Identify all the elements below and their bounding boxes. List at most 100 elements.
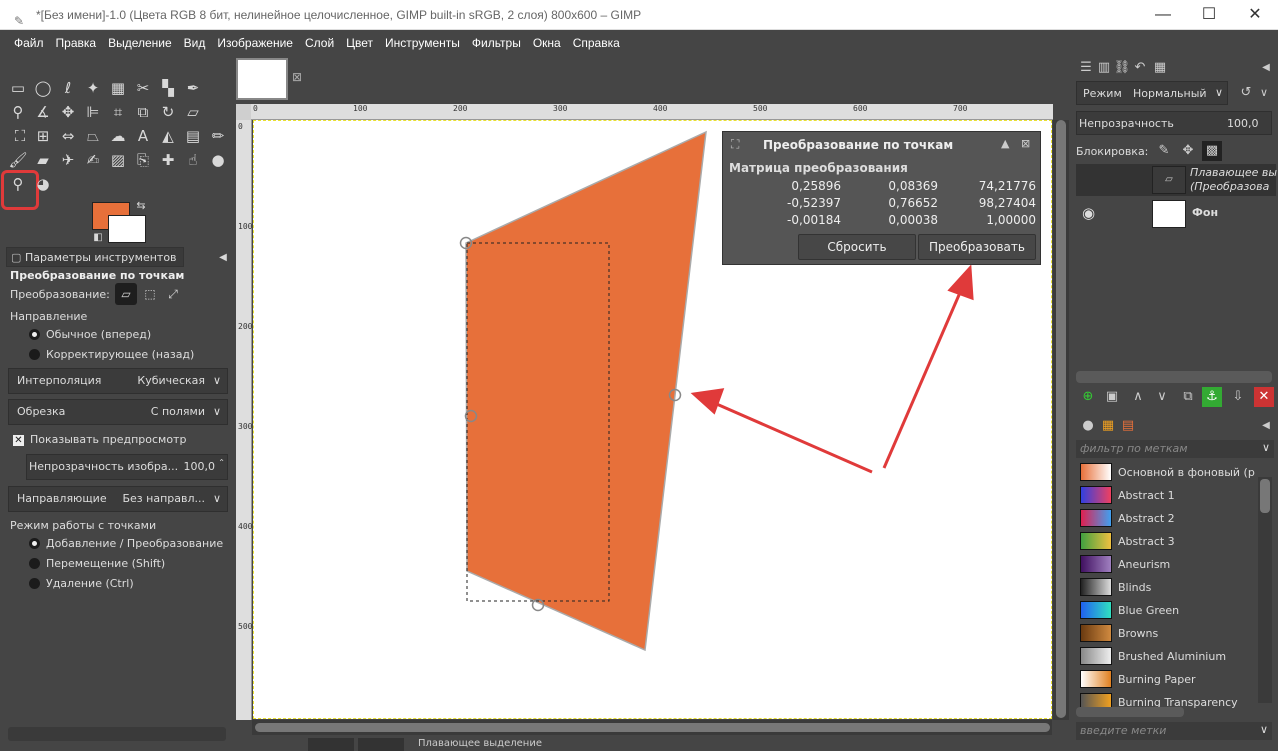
filter-placeholder: фильтр по меткам: [1080, 442, 1188, 455]
anchor-layer-icon[interactable]: ⚓: [1202, 387, 1222, 407]
new-layer-group-icon[interactable]: ▣: [1102, 387, 1122, 407]
lock-position-icon[interactable]: ✥: [1178, 141, 1198, 161]
lower-layer-icon[interactable]: ∨: [1152, 387, 1172, 407]
reset-button[interactable]: Сбросить: [798, 234, 916, 260]
layers-scrollbar[interactable]: [1076, 371, 1272, 383]
new-layer-icon[interactable]: ⊕: [1078, 387, 1098, 407]
layer-row-floating[interactable]: ▱ Плавающее вы (Преобразова: [1076, 164, 1278, 196]
raise-layer-icon[interactable]: ∧: [1128, 387, 1148, 407]
lock-label: Блокировка:: [1076, 145, 1149, 158]
undo-tab-icon[interactable]: ↶: [1130, 58, 1150, 78]
gradients-tab-icon[interactable]: ▤: [1118, 416, 1138, 436]
floating-layer-thumb: ▱: [1152, 166, 1186, 194]
gradient-item[interactable]: Abstract 3: [1072, 531, 1258, 553]
canvas-horizontal-scrollbar[interactable]: [252, 720, 1052, 735]
floating-layer-name: Плавающее вы: [1190, 166, 1278, 179]
arrow-line: [711, 400, 873, 474]
scroll-thumb[interactable]: [1056, 120, 1066, 718]
matrix-cell: -0,00184: [787, 213, 841, 227]
layer-row-background[interactable]: ◉ Фон: [1076, 198, 1276, 230]
transformed-shape[interactable]: [465, 130, 707, 652]
arrow-head: [690, 388, 725, 415]
dialog-collapse-icon[interactable]: ▲: [1001, 137, 1009, 150]
canvas-vertical-scrollbar[interactable]: [1053, 120, 1069, 720]
matrix-cell: 0,25896: [791, 179, 841, 193]
arrow-head: [947, 264, 974, 301]
dialog-close-icon[interactable]: ⊠: [1021, 137, 1030, 150]
layers-tab-icon[interactable]: ☰: [1076, 58, 1096, 78]
gradient-item[interactable]: Blue Green: [1072, 600, 1258, 622]
annotation-arrows: [690, 264, 974, 474]
background-layer-thumb: [1152, 200, 1186, 228]
zoom-select[interactable]: [358, 738, 404, 751]
chevron-down-icon: ∨: [1260, 723, 1269, 736]
transform-matrix-dialog: ⛶ Преобразование по точкам ▲ ⊠ Матрица п…: [722, 131, 1041, 265]
gradient-name: Основной в фоновый (р: [1118, 466, 1255, 479]
matrix-cell: 74,21776: [978, 179, 1036, 193]
gradient-item[interactable]: Brushed Aluminium: [1072, 646, 1258, 668]
background-layer-name: Фон: [1192, 206, 1219, 219]
opacity-label: Непрозрачность: [1079, 117, 1174, 130]
gradient-item[interactable]: Основной в фоновый (р: [1072, 462, 1258, 484]
duplicate-layer-icon[interactable]: ⧉: [1178, 387, 1198, 407]
mode-value: Нормальный: [1133, 87, 1207, 100]
chevron-down-icon: ∨: [1262, 441, 1271, 454]
scroll-thumb[interactable]: [255, 723, 1050, 732]
gradient-name: Brushed Aluminium: [1118, 650, 1227, 663]
tags-placeholder: введите метки: [1080, 724, 1167, 737]
mode-label: Режим: [1083, 87, 1122, 100]
tab-menu-icon[interactable]: ◀: [1256, 416, 1276, 436]
gradient-name: Blinds: [1118, 581, 1152, 594]
gradient-tag-entry[interactable]: введите метки ∨: [1076, 722, 1272, 740]
gradient-swatch: [1080, 555, 1112, 573]
gradient-h-scrollbar[interactable]: [1076, 707, 1184, 717]
paths-tab-icon[interactable]: ⛓: [1112, 58, 1132, 78]
gradient-name: Abstract 1: [1118, 489, 1175, 502]
gradient-name: Burning Paper: [1118, 673, 1196, 686]
statusbar: Плавающее выделение: [236, 736, 1070, 751]
matrix-cell: 98,27404: [978, 196, 1036, 210]
gradient-name: Browns: [1118, 627, 1159, 640]
opacity-value: 100,0: [1227, 117, 1259, 130]
chevron-down-icon[interactable]: ∨: [1254, 83, 1274, 103]
merge-layer-icon[interactable]: ⇩: [1228, 387, 1248, 407]
channels-tab-icon[interactable]: ▥: [1094, 58, 1114, 78]
gradient-item[interactable]: Browns: [1072, 623, 1258, 645]
gradient-item[interactable]: Aneurism: [1072, 554, 1258, 576]
gradient-swatch: [1080, 624, 1112, 642]
brushes-tab-icon[interactable]: ●: [1078, 416, 1098, 436]
transform-button[interactable]: Преобразовать: [918, 234, 1036, 260]
delete-layer-icon[interactable]: ✕: [1254, 387, 1274, 407]
gradient-swatch: [1080, 532, 1112, 550]
matrix-cell: -0,52397: [787, 196, 841, 210]
handle-transform-icon: ⛶: [731, 137, 740, 151]
gradient-item[interactable]: Burning Paper: [1072, 669, 1258, 691]
eye-icon[interactable]: ◉: [1082, 204, 1095, 222]
gradient-swatch: [1080, 647, 1112, 665]
gradient-list-scrollbar[interactable]: [1258, 477, 1272, 703]
gradient-name: Abstract 2: [1118, 512, 1175, 525]
scroll-thumb[interactable]: [1260, 479, 1270, 513]
matrix-cell: 0,76652: [888, 196, 938, 210]
matrix-cell: 0,00038: [888, 213, 938, 227]
tab-menu-icon[interactable]: ◀: [1256, 58, 1276, 78]
patterns-tab-icon[interactable]: ▦: [1098, 416, 1118, 436]
gradient-item[interactable]: Abstract 2: [1072, 508, 1258, 530]
gradient-swatch: [1080, 509, 1112, 527]
gradient-item[interactable]: Abstract 1: [1072, 485, 1258, 507]
matrix-cell: 0,08369: [888, 179, 938, 193]
floating-layer-name-2: (Преобразова: [1190, 180, 1270, 193]
lock-alpha-icon[interactable]: ▩: [1202, 141, 1222, 161]
gradient-swatch: [1080, 670, 1112, 688]
gradient-item[interactable]: Blinds: [1072, 577, 1258, 599]
layer-mode-select[interactable]: Режим Нормальный ∨: [1076, 81, 1228, 105]
gradient-tag-filter[interactable]: фильтр по меткам ∨: [1076, 440, 1274, 458]
unit-select[interactable]: [308, 738, 354, 751]
lock-pixels-icon[interactable]: ✎: [1154, 141, 1174, 161]
layer-opacity-spin[interactable]: Непрозрачность 100,0: [1076, 111, 1272, 135]
gradient-name: Blue Green: [1118, 604, 1180, 617]
arrow-line: [882, 287, 964, 469]
mode-reset-icon[interactable]: ↺: [1236, 83, 1256, 103]
gradient-name: Aneurism: [1118, 558, 1171, 571]
images-tab-icon[interactable]: ▦: [1150, 58, 1170, 78]
